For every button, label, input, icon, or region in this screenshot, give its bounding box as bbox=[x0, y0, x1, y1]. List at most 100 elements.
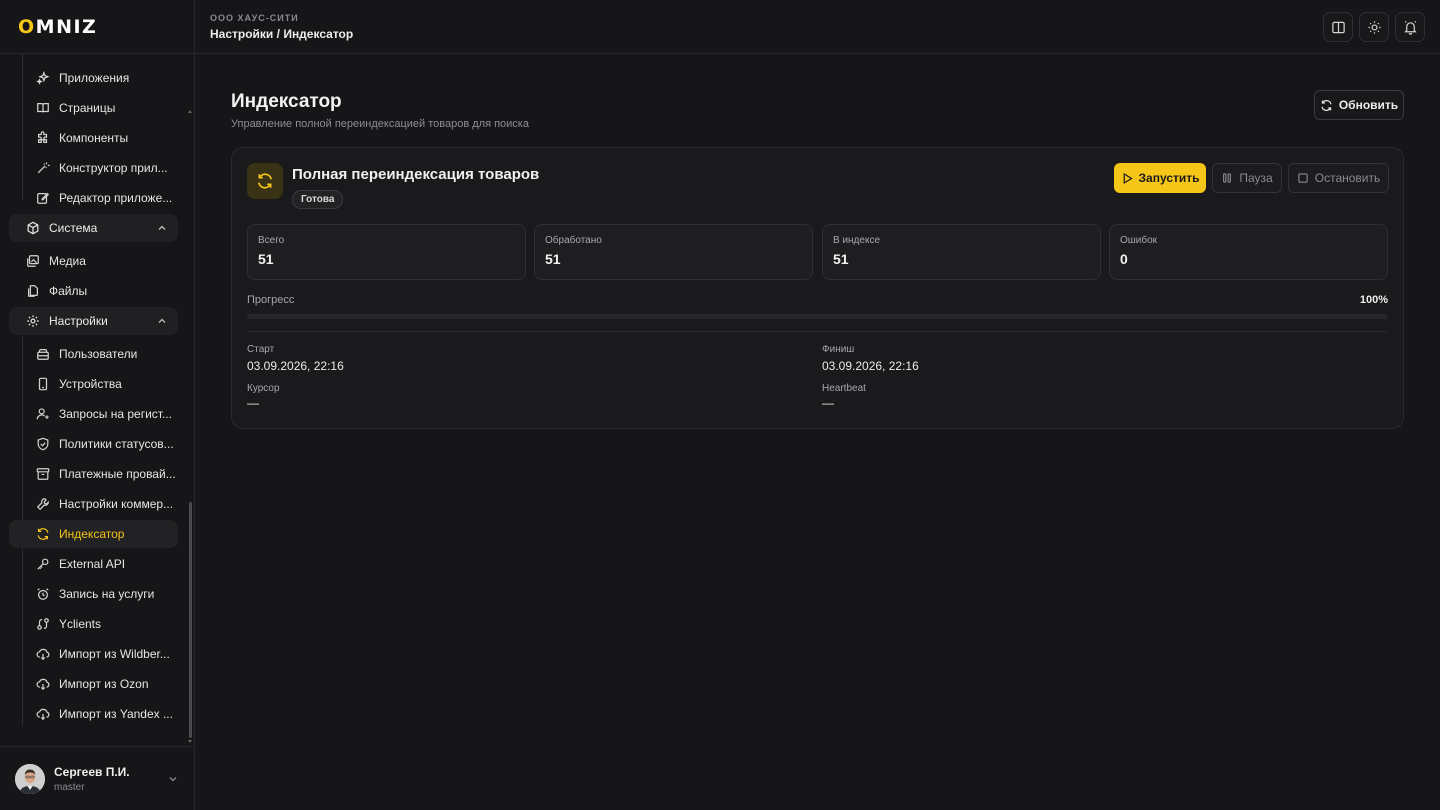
stat-total: Всего 51 bbox=[247, 224, 526, 280]
sidebar-item-commerce-settings[interactable]: Настройки коммер... bbox=[28, 490, 178, 518]
sidebar-item-app-editor[interactable]: Редактор приложе... bbox=[28, 184, 178, 212]
sidebar-nav: Приложения Страницы Компоненты Конструкт… bbox=[0, 54, 194, 746]
finish-label: Финиш bbox=[822, 344, 855, 355]
sidebar-item-registration-requests[interactable]: Запросы на регист... bbox=[28, 400, 178, 428]
alarm-icon bbox=[37, 588, 49, 600]
sidebar-item-components[interactable]: Компоненты bbox=[28, 124, 178, 152]
pause-icon bbox=[1223, 173, 1232, 183]
chevron-up-icon bbox=[158, 225, 166, 230]
user-name: Сергеев П.И. bbox=[54, 764, 130, 779]
topbar: ООО ХАУС-СИТИ Настройки / Индексатор bbox=[195, 0, 1440, 54]
sidebar-item-import-wildberries[interactable]: Импорт из Wildber... bbox=[28, 640, 178, 668]
sidebar-item-media[interactable]: Медиа bbox=[19, 247, 179, 275]
refresh-icon bbox=[1321, 99, 1332, 111]
organization-name: ООО ХАУС-СИТИ bbox=[210, 13, 299, 23]
route-icon bbox=[37, 618, 49, 630]
sidebar-item-yclients[interactable]: Yclients bbox=[28, 610, 178, 638]
user-role: master bbox=[54, 781, 85, 793]
start-button[interactable]: Запустить bbox=[1114, 163, 1206, 193]
refresh-button[interactable]: Обновить bbox=[1314, 90, 1404, 120]
sidebar-item-service-booking[interactable]: Запись на услуги bbox=[28, 580, 178, 608]
book-icon bbox=[37, 103, 49, 113]
user-plus-icon bbox=[36, 408, 49, 420]
scroll-down-arrow[interactable] bbox=[188, 740, 192, 743]
progress-fill bbox=[247, 314, 1388, 319]
images-icon bbox=[27, 255, 39, 267]
progress-label: Прогресс bbox=[247, 294, 295, 306]
stat-errors: Ошибок 0 bbox=[1109, 224, 1388, 280]
avatar bbox=[15, 763, 45, 794]
sidebar-scrollbar[interactable] bbox=[189, 502, 192, 738]
sidebar-item-import-ozon[interactable]: Импорт из Ozon bbox=[28, 670, 178, 698]
indexer-job-card: Полная переиндексация товаров Готова Зап… bbox=[231, 147, 1404, 429]
chevron-down-icon bbox=[169, 777, 177, 782]
sidebar-item-indexer[interactable]: Индексатор bbox=[9, 520, 178, 548]
stat-processed: Обработано 51 bbox=[534, 224, 813, 280]
shield-icon bbox=[37, 437, 49, 451]
wrench-icon bbox=[36, 498, 49, 511]
job-title: Полная переиндексация товаров bbox=[292, 166, 540, 183]
nav-tree-line bbox=[22, 54, 23, 200]
cloud-download-icon bbox=[36, 678, 50, 691]
sidebar-item-users[interactable]: Пользователи bbox=[28, 340, 178, 368]
box-icon bbox=[27, 221, 39, 235]
cursor-label: Курсор bbox=[247, 383, 280, 394]
sidebar-item-apps[interactable]: Приложения bbox=[28, 64, 178, 92]
page-subtitle: Управление полной переиндексацией товаро… bbox=[231, 118, 529, 130]
logo-row: OMNIZ bbox=[0, 0, 194, 54]
status-badge: Готова bbox=[292, 190, 344, 209]
sparkles-icon bbox=[36, 71, 50, 85]
wand-icon bbox=[37, 162, 50, 174]
sidebar-item-payment-providers[interactable]: Платежные провай... bbox=[28, 460, 178, 488]
cursor-value: — bbox=[247, 396, 259, 410]
sidebar-section-settings[interactable]: Настройки bbox=[9, 307, 178, 335]
heartbeat-value: — bbox=[822, 396, 834, 410]
heartbeat-label: Heartbeat bbox=[822, 383, 866, 394]
omniz-logo[interactable]: OMNIZ bbox=[18, 16, 97, 38]
cloud-download-icon bbox=[36, 648, 50, 661]
finish-value: 03.09.2026, 22:16 bbox=[822, 359, 919, 373]
sidebar-section-system[interactable]: Система bbox=[9, 214, 178, 242]
bell-icon bbox=[1403, 20, 1417, 35]
stat-indexed: В индексе 51 bbox=[822, 224, 1101, 280]
stop-button[interactable]: Остановить bbox=[1288, 163, 1389, 193]
users-card-icon bbox=[37, 349, 49, 360]
start-value: 03.09.2026, 22:16 bbox=[247, 359, 344, 373]
sidebar-item-app-builder[interactable]: Конструктор прил... bbox=[28, 154, 178, 182]
sidebar-item-import-yandex[interactable]: Импорт из Yandex ... bbox=[28, 700, 178, 728]
avatar-portrait bbox=[15, 763, 45, 794]
chevron-up-icon bbox=[158, 318, 166, 323]
cloud-download-icon bbox=[36, 708, 50, 721]
sidebar-item-status-policies[interactable]: Политики статусов... bbox=[28, 430, 178, 458]
files-icon bbox=[28, 285, 38, 297]
refresh-icon bbox=[37, 528, 49, 540]
sidebar-item-external-api[interactable]: External API bbox=[28, 550, 178, 578]
key-icon bbox=[37, 558, 49, 570]
puzzle-icon bbox=[38, 131, 48, 143]
refresh-icon bbox=[257, 173, 273, 189]
start-label: Старт bbox=[247, 344, 275, 355]
sidebar-item-files[interactable]: Файлы bbox=[19, 277, 179, 305]
page-title: Индексатор bbox=[231, 91, 342, 112]
user-menu[interactable]: Сергеев П.И. master bbox=[0, 746, 194, 810]
device-icon bbox=[38, 377, 48, 391]
archive-icon bbox=[36, 468, 50, 480]
sun-icon bbox=[1367, 20, 1381, 34]
book-open-icon bbox=[1331, 21, 1345, 33]
job-icon-box bbox=[247, 163, 283, 199]
play-icon bbox=[1123, 172, 1133, 184]
theme-toggle-button[interactable] bbox=[1359, 12, 1389, 42]
sidebar: OMNIZ Приложения Страницы Компоненты Кон… bbox=[0, 0, 195, 810]
user-info: Сергеев П.И. master bbox=[54, 765, 130, 793]
progress-percent: 100% bbox=[1359, 294, 1388, 306]
docs-button[interactable] bbox=[1323, 12, 1353, 42]
pause-button[interactable]: Пауза bbox=[1212, 163, 1282, 193]
edit-icon bbox=[37, 192, 50, 204]
divider bbox=[247, 331, 1388, 332]
sidebar-item-pages[interactable]: Страницы bbox=[28, 94, 178, 122]
sidebar-item-devices[interactable]: Устройства bbox=[28, 370, 178, 398]
breadcrumb: Настройки / Индексатор bbox=[210, 27, 354, 41]
scroll-up-arrow[interactable] bbox=[188, 110, 192, 113]
progress-bar bbox=[247, 314, 1388, 319]
notifications-button[interactable] bbox=[1395, 12, 1425, 42]
